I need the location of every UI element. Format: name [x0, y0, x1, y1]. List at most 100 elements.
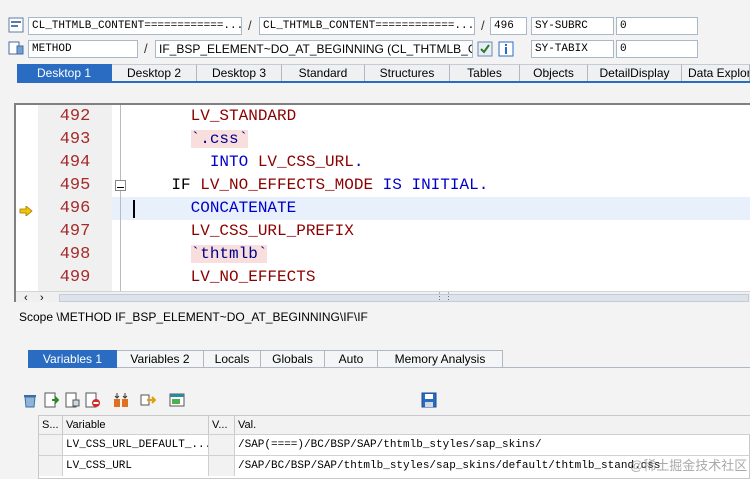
scrollbar-thumb[interactable]: ⋮⋮: [59, 291, 749, 302]
table-row-2-status[interactable]: [39, 455, 63, 476]
code-token: LV_CSS_URL: [257, 153, 354, 171]
detail-icon[interactable]: [64, 392, 80, 408]
delete-variable-icon[interactable]: [84, 392, 100, 408]
tab-desktop-1[interactable]: Desktop 1: [17, 64, 112, 81]
current-line-arrow-icon: [19, 205, 33, 217]
table-row-1-v[interactable]: [209, 434, 235, 455]
code-token: IS: [382, 176, 402, 194]
code-token: `thtmlb`: [190, 245, 268, 263]
column-header-v[interactable]: V...: [209, 416, 235, 434]
program-icon: [8, 17, 24, 33]
line-number: 496: [59, 199, 91, 218]
variables-tab-bar: Variables 1 Variables 2 Locals Globals A…: [28, 350, 750, 368]
code-line[interactable]: LV_NO_EFFECTS: [133, 266, 316, 289]
watermark-text: @稀土掘金技术社区: [630, 458, 748, 473]
main-tab-bar: Desktop 1 Desktop 2 Desktop 3 Standard S…: [17, 64, 750, 83]
tab-locals[interactable]: Locals: [204, 350, 261, 368]
tab-standard[interactable]: Standard: [282, 64, 365, 81]
line-number: 493: [59, 130, 91, 149]
tab-desktop-2[interactable]: Desktop 2: [112, 64, 197, 81]
code-token: IF: [171, 176, 191, 194]
event-separator: /: [144, 41, 148, 56]
line-number-field[interactable]: 496: [490, 17, 527, 35]
line-number: 498: [59, 245, 91, 264]
delete-all-icon[interactable]: [22, 392, 38, 408]
program-separator: /: [248, 18, 252, 33]
tab-structures[interactable]: Structures: [365, 64, 450, 81]
insert-variable-icon[interactable]: [43, 392, 60, 408]
code-line[interactable]: LV_CSS_URL_PREFIX: [133, 220, 354, 243]
code-token: LV_NO_EFFECTS_MODE: [200, 176, 374, 194]
tab-auto[interactable]: Auto: [325, 350, 378, 368]
code-token: LV_CSS_URL_PREFIX: [190, 222, 354, 240]
scroll-right-icon[interactable]: ›: [40, 292, 44, 302]
code-line[interactable]: INTO LV_CSS_URL.: [133, 151, 364, 174]
sy-subrc-label: SY-SUBRC: [531, 17, 614, 35]
include-separator: /: [481, 18, 485, 33]
tab-data-explorer[interactable]: Data Explorer: [682, 64, 750, 81]
scope-text: Scope \METHOD IF_BSP_ELEMENT~DO_AT_BEGIN…: [19, 310, 368, 324]
table-row-2-v[interactable]: [209, 455, 235, 476]
code-token: INITIAL: [411, 176, 479, 194]
code-token: .: [478, 176, 489, 194]
line-number: 494: [59, 153, 91, 172]
fold-collapse-icon[interactable]: [115, 180, 126, 191]
tab-detail-display[interactable]: DetailDisplay: [588, 64, 682, 81]
code-token: `.css`: [190, 130, 249, 148]
choose-icon[interactable]: [477, 41, 493, 57]
save-icon[interactable]: [421, 392, 437, 408]
table-row-1-value[interactable]: /SAP(====)/BC/BSP/SAP/thtmlb_styles/sap_…: [235, 434, 750, 455]
include-name-field[interactable]: CL_THTMLB_CONTENT============...: [259, 17, 475, 35]
table-row-1-status[interactable]: [39, 434, 63, 455]
sort-icon[interactable]: [113, 392, 129, 408]
horizontal-scrollbar[interactable]: ‹ › ⋮⋮: [16, 291, 750, 302]
column-header-value[interactable]: Val.: [235, 416, 750, 434]
table-row-2-variable[interactable]: LV_CSS_URL: [63, 455, 209, 476]
tab-variables-2[interactable]: Variables 2: [117, 350, 204, 368]
code-line[interactable]: `.css`: [133, 128, 249, 151]
line-number: 492: [59, 107, 91, 126]
code-line[interactable]: IF LV_NO_EFFECTS_MODE IS INITIAL.: [133, 174, 488, 197]
tab-objects[interactable]: Objects: [520, 64, 588, 81]
tab-tables[interactable]: Tables: [450, 64, 520, 81]
info-icon[interactable]: [498, 41, 514, 57]
tab-memory-analysis[interactable]: Memory Analysis: [378, 350, 503, 368]
scroll-left-icon[interactable]: ‹: [24, 292, 28, 302]
event-name-field[interactable]: IF_BSP_ELEMENT~DO_AT_BEGINNING (CL_THTML…: [155, 40, 473, 58]
layout-icon[interactable]: [169, 392, 185, 408]
code-token: INTO: [209, 153, 249, 171]
line-number: 499: [59, 268, 91, 287]
tab-globals[interactable]: Globals: [261, 350, 325, 368]
source-code-editor[interactable]: 492 493 494 495 496 497 498 499 LV_STANDARD `.c…: [14, 103, 750, 302]
tab-variables-1[interactable]: Variables 1: [28, 350, 117, 368]
event-type-field[interactable]: METHOD: [28, 40, 138, 58]
sy-tabix-label: SY-TABIX: [531, 40, 614, 58]
code-line[interactable]: `thtmlb`: [133, 243, 268, 266]
code-token: CONCATENATE: [190, 199, 297, 217]
breakpoint-gutter[interactable]: [16, 105, 38, 291]
line-number: 495: [59, 176, 91, 195]
line-number: 497: [59, 222, 91, 241]
code-token: .: [353, 153, 364, 171]
program-name-field[interactable]: CL_THTMLB_CONTENT============...: [28, 17, 242, 35]
code-line[interactable]: LV_STANDARD: [133, 105, 297, 128]
transfer-icon[interactable]: [140, 392, 157, 408]
tab-desktop-3[interactable]: Desktop 3: [197, 64, 282, 81]
sy-tabix-value[interactable]: 0: [616, 40, 698, 58]
column-header-status[interactable]: S...: [39, 416, 63, 434]
code-token: LV_STANDARD: [190, 107, 297, 125]
table-row-1-variable[interactable]: LV_CSS_URL_DEFAULT_...: [63, 434, 209, 455]
code-line[interactable]: CONCATENATE: [133, 197, 297, 220]
sy-subrc-value[interactable]: 0: [616, 17, 698, 35]
column-header-variable[interactable]: Variable: [63, 416, 209, 434]
